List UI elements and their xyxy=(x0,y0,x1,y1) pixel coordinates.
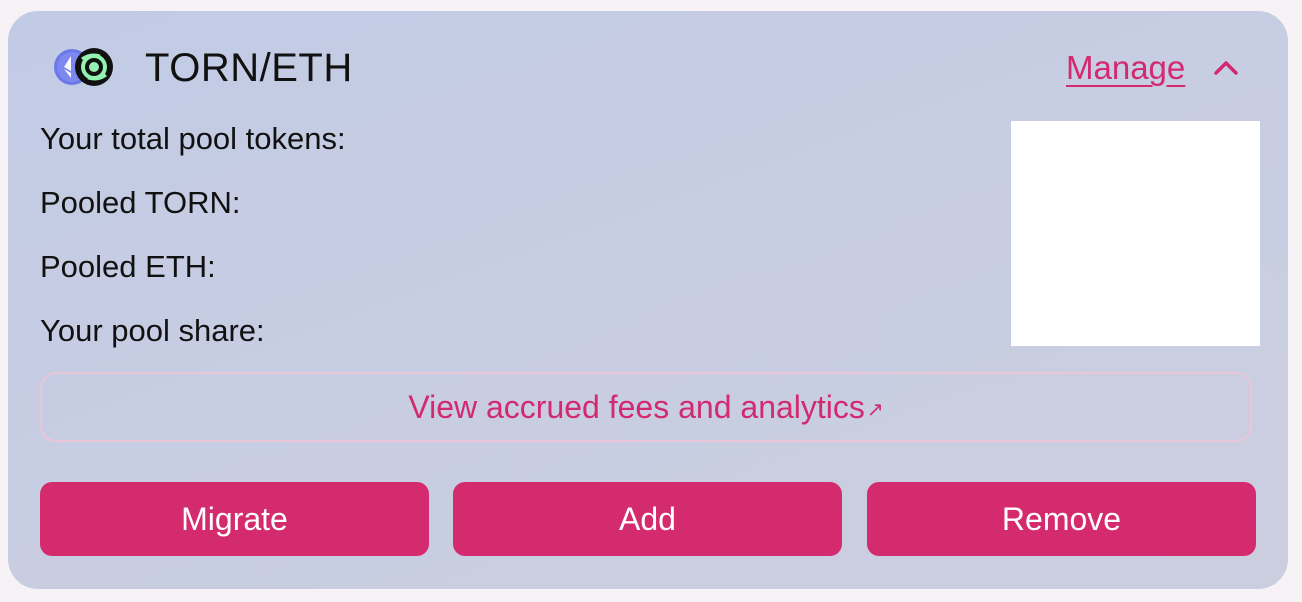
migrate-button[interactable]: Migrate xyxy=(40,482,429,556)
blank-panel xyxy=(1011,121,1260,346)
pool-header: TORN/ETH Manage xyxy=(8,11,1288,123)
pool-share-label: Your pool share: xyxy=(40,313,265,348)
torn-icon xyxy=(75,48,113,86)
total-pool-tokens-label: Your total pool tokens: xyxy=(40,121,346,156)
remove-button[interactable]: Remove xyxy=(867,482,1256,556)
token-pair-icon xyxy=(54,48,113,86)
pool-pair-title: TORN/ETH xyxy=(145,46,353,90)
external-link-icon: ↗ xyxy=(866,398,884,421)
manage-link[interactable]: Manage xyxy=(1066,49,1185,87)
chevron-up-icon[interactable] xyxy=(1210,55,1242,79)
view-analytics-label: View accrued fees and analytics xyxy=(408,388,865,425)
pooled-torn-label: Pooled TORN: xyxy=(40,185,241,220)
pool-position-card: TORN/ETH Manage Your total pool tokens: … xyxy=(8,11,1288,589)
add-button[interactable]: Add xyxy=(453,482,842,556)
pooled-eth-label: Pooled ETH: xyxy=(40,249,216,284)
view-analytics-link[interactable]: View accrued fees and analytics ↗ xyxy=(40,372,1252,442)
token-pair-logos xyxy=(52,47,116,87)
